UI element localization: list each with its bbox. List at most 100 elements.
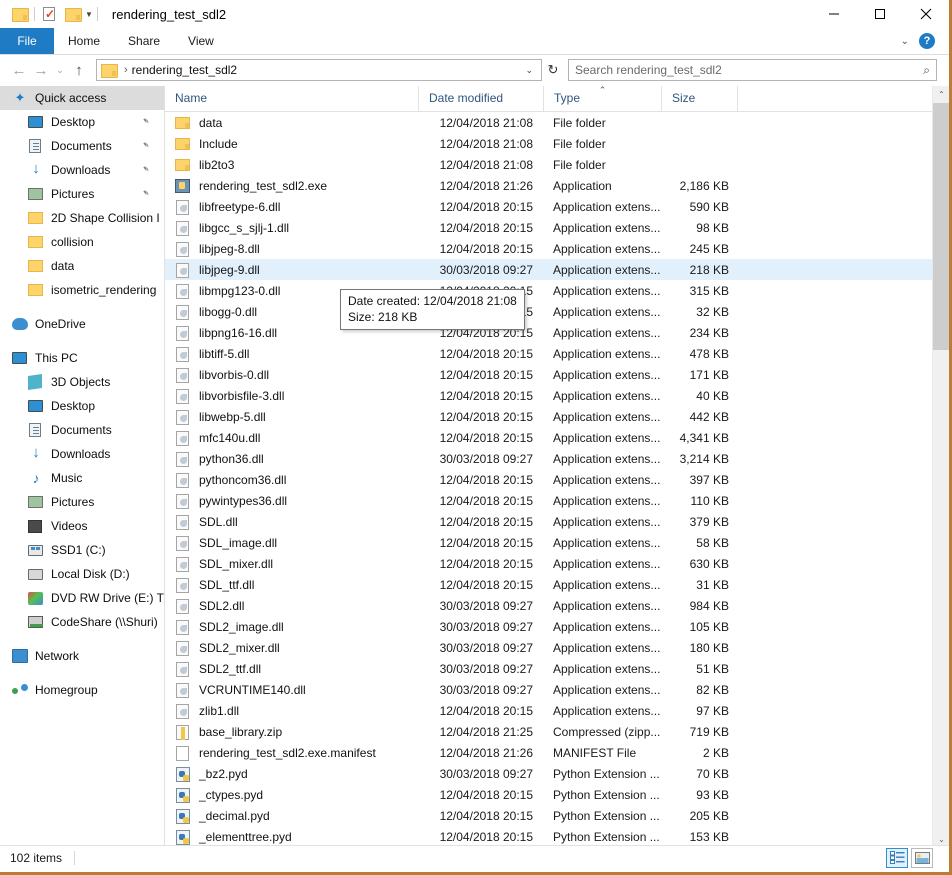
sidebar-item-2d-shape-collision-i[interactable]: 2D Shape Collision I [0, 206, 164, 230]
table-row[interactable]: lib2to3 12/04/2018 21:08 File folder [165, 154, 949, 175]
table-row[interactable]: libpng16-16.dll 12/04/2018 20:15 Applicati… [165, 322, 949, 343]
file-name-cell[interactable]: lib2to3 [165, 157, 418, 173]
properties-icon[interactable]: ✓ [39, 3, 61, 25]
file-name-cell[interactable]: VCRUNTIME140.dll [165, 682, 418, 698]
sidebar-item-desktop[interactable]: Desktop ✒ [0, 110, 164, 134]
search-icon[interactable]: ⌕ [923, 63, 930, 78]
table-row[interactable]: libwebp-5.dll 12/04/2018 20:15 Application… [165, 406, 949, 427]
sidebar-item-onedrive[interactable]: OneDrive [0, 312, 164, 336]
file-name-cell[interactable]: pythoncom36.dll [165, 472, 418, 488]
column-header-name[interactable]: Name [165, 86, 418, 111]
scroll-up-icon[interactable]: ⌃ [933, 86, 949, 103]
table-row[interactable]: libvorbis-0.dll 12/04/2018 20:15 Applicati… [165, 364, 949, 385]
table-row[interactable]: VCRUNTIME140.dll 30/03/2018 09:27 Applicat… [165, 679, 949, 700]
file-name-cell[interactable]: python36.dll [165, 451, 418, 467]
column-header-blank[interactable] [737, 86, 949, 111]
file-name-cell[interactable]: libvorbis-0.dll [165, 367, 418, 383]
folder-icon[interactable] [8, 3, 30, 25]
large-icons-view-button[interactable] [911, 847, 933, 868]
sidebar-item-this-pc[interactable]: This PC [0, 346, 164, 370]
table-row[interactable]: SDL_ttf.dll 12/04/2018 20:15 Application e… [165, 574, 949, 595]
file-name-cell[interactable]: _elementtree.pyd [165, 829, 418, 845]
table-row[interactable]: libvorbisfile-3.dll 12/04/2018 20:15 Appli… [165, 385, 949, 406]
tab-home[interactable]: Home [54, 28, 114, 54]
sidebar-item-3d-objects[interactable]: 3D Objects [0, 370, 164, 394]
table-row[interactable]: libgcc_s_sjlj-1.dll 12/04/2018 20:15 Appli… [165, 217, 949, 238]
table-row[interactable]: libjpeg-9.dll 30/03/2018 09:27 Application… [165, 259, 949, 280]
table-row[interactable]: libfreetype-6.dll 12/04/2018 20:15 Applica… [165, 196, 949, 217]
new-folder-icon[interactable] [61, 3, 83, 25]
address-caret-icon[interactable]: ⌄ [525, 65, 539, 76]
sidebar-item-ssd1-c[interactable]: SSD1 (C:) [0, 538, 164, 562]
table-row[interactable]: Include 12/04/2018 21:08 File folder [165, 133, 949, 154]
sidebar-item-dvd-rw-drive-e-t[interactable]: DVD RW Drive (E:) T [0, 586, 164, 610]
file-name-cell[interactable]: libjpeg-8.dll [165, 241, 418, 257]
table-row[interactable]: SDL_image.dll 12/04/2018 20:15 Application… [165, 532, 949, 553]
sidebar-item-music[interactable]: ♪ Music [0, 466, 164, 490]
table-row[interactable]: SDL2_mixer.dll 30/03/2018 09:27 Applicatio… [165, 637, 949, 658]
column-header-date-modified[interactable]: Date modified [418, 86, 543, 111]
table-row[interactable]: zlib1.dll 12/04/2018 20:15 Application ext… [165, 700, 949, 721]
table-row[interactable]: SDL_mixer.dll 12/04/2018 20:15 Application… [165, 553, 949, 574]
file-name-cell[interactable]: data [165, 115, 418, 131]
file-name-cell[interactable]: _decimal.pyd [165, 808, 418, 824]
table-row[interactable]: rendering_test_sdl2.exe 12/04/2018 21:26 A… [165, 175, 949, 196]
file-name-cell[interactable]: Include [165, 136, 418, 152]
address-bar[interactable]: › rendering_test_sdl2 ⌄ [96, 59, 542, 81]
table-row[interactable]: _bz2.pyd 30/03/2018 09:27 Python Extension… [165, 763, 949, 784]
file-name-cell[interactable]: libvorbisfile-3.dll [165, 388, 418, 404]
file-name-cell[interactable]: libwebp-5.dll [165, 409, 418, 425]
table-row[interactable]: python36.dll 30/03/2018 09:27 Application … [165, 448, 949, 469]
file-name-cell[interactable]: SDL_mixer.dll [165, 556, 418, 572]
table-row[interactable]: SDL.dll 12/04/2018 20:15 Application exten… [165, 511, 949, 532]
close-button[interactable] [903, 0, 949, 28]
table-row[interactable]: pywintypes36.dll 12/04/2018 20:15 Applicat… [165, 490, 949, 511]
scrollbar-thumb[interactable] [933, 103, 949, 350]
table-row[interactable]: libtiff-5.dll 12/04/2018 20:15 Application… [165, 343, 949, 364]
file-name-cell[interactable]: mfc140u.dll [165, 430, 418, 446]
column-header-size[interactable]: Size [661, 86, 737, 111]
tab-view[interactable]: View [174, 28, 228, 54]
pin-icon[interactable]: ✒ [140, 187, 152, 200]
sidebar-item-isometric-rendering[interactable]: isometric_rendering [0, 278, 164, 302]
file-name-cell[interactable]: SDL_image.dll [165, 535, 418, 551]
column-header-type[interactable]: ⌃ Type [543, 86, 661, 111]
sidebar-item-downloads[interactable]: ↓ Downloads ✒ [0, 158, 164, 182]
table-row[interactable]: SDL2_image.dll 30/03/2018 09:27 Applicatio… [165, 616, 949, 637]
details-view-button[interactable] [886, 847, 908, 868]
file-name-cell[interactable]: libgcc_s_sjlj-1.dll [165, 220, 418, 236]
table-row[interactable]: _decimal.pyd 12/04/2018 20:15 Python Exten… [165, 805, 949, 826]
file-name-cell[interactable]: SDL2_mixer.dll [165, 640, 418, 656]
table-row[interactable]: SDL2_ttf.dll 30/03/2018 09:27 Application … [165, 658, 949, 679]
pin-icon[interactable]: ✒ [140, 163, 152, 176]
sidebar-item-quick-access[interactable]: ✦ Quick access [0, 86, 164, 110]
sidebar-item-collision[interactable]: collision [0, 230, 164, 254]
table-row[interactable]: data 12/04/2018 21:08 File folder [165, 112, 949, 133]
sidebar-item-downloads[interactable]: ↓ Downloads [0, 442, 164, 466]
file-name-cell[interactable]: SDL2_image.dll [165, 619, 418, 635]
file-name-cell[interactable]: SDL_ttf.dll [165, 577, 418, 593]
file-name-cell[interactable]: SDL2.dll [165, 598, 418, 614]
search-input[interactable]: Search rendering_test_sdl2 ⌕ [568, 59, 937, 81]
vertical-scrollbar[interactable]: ⌃ ⌄ [932, 86, 949, 848]
breadcrumb-path[interactable]: rendering_test_sdl2 [132, 63, 237, 77]
table-row[interactable]: libjpeg-8.dll 12/04/2018 20:15 Application… [165, 238, 949, 259]
up-button[interactable]: ↑ [68, 59, 90, 81]
table-row[interactable]: libmpg123-0.dll12/04/2018 20:15Applicati… [165, 280, 949, 301]
sidebar-item-desktop[interactable]: Desktop [0, 394, 164, 418]
sidebar-item-local-disk-d[interactable]: Local Disk (D:) [0, 562, 164, 586]
sidebar-item-pictures[interactable]: Pictures ✒ [0, 182, 164, 206]
refresh-icon[interactable]: ↻ [542, 59, 564, 81]
sidebar-item-pictures[interactable]: Pictures [0, 490, 164, 514]
table-row[interactable]: _elementtree.pyd 12/04/2018 20:15 Python E… [165, 826, 949, 847]
pin-icon[interactable]: ✒ [140, 139, 152, 152]
back-button[interactable]: ← [8, 59, 30, 81]
table-row[interactable]: libogg-0.dll12/04/2018 20:15Application … [165, 301, 949, 322]
sidebar-item-homegroup[interactable]: Homegroup [0, 678, 164, 702]
chevron-down-icon[interactable]: ⌄ [901, 36, 909, 47]
sidebar-item-codeshare-shuri[interactable]: CodeShare (\\Shuri) [0, 610, 164, 634]
file-name-cell[interactable]: base_library.zip [165, 724, 418, 740]
table-row[interactable]: _ctypes.pyd 12/04/2018 20:15 Python Extens… [165, 784, 949, 805]
file-name-cell[interactable]: libjpeg-9.dll [165, 262, 418, 278]
minimize-button[interactable] [811, 0, 857, 28]
